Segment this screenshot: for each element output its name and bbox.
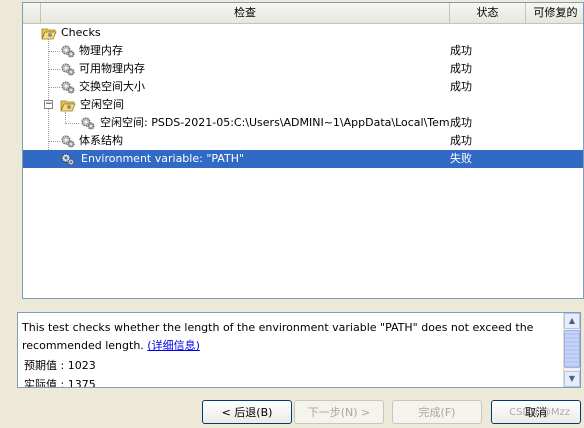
column-header-status[interactable]: 状态: [450, 3, 526, 24]
checks-table: 检查 状态 可修复的 Checks 物理内存 成功 可用物理内存 成功 交换空间…: [22, 2, 584, 299]
back-button[interactable]: < 后退(B): [202, 400, 292, 424]
folder-open-icon: [60, 98, 76, 112]
details-description: This test checks whether the length of t…: [22, 321, 534, 352]
header-spacer: [23, 3, 41, 24]
gears-icon: [60, 44, 75, 58]
details-text: This test checks whether the length of t…: [22, 319, 552, 355]
tree-row-label: 交换空间大小: [79, 80, 145, 93]
tree-row-label: 物理内存: [79, 44, 123, 57]
tree-row-selected[interactable]: Environment variable: "PATH" 失败: [23, 150, 583, 168]
details-panel: This test checks whether the length of t…: [17, 312, 581, 388]
tree-row-label: 空闲空间: PSDS-2021-05:C:\Users\ADMINI~1\App…: [100, 116, 450, 129]
folder-open-icon: [41, 26, 57, 40]
actual-value: 实际值 : 1375: [24, 378, 96, 388]
status-cell: 成功: [450, 44, 472, 57]
tree-row[interactable]: 体系结构 成功: [23, 132, 583, 150]
table-header: 检查 状态 可修复的: [23, 3, 583, 24]
tree-row[interactable]: 可用物理内存 成功: [23, 60, 583, 78]
gears-icon: [60, 62, 75, 76]
tree-row-label: 可用物理内存: [79, 62, 145, 75]
finish-button[interactable]: 完成(F): [392, 400, 482, 424]
gears-icon: [60, 80, 75, 94]
collapse-icon[interactable]: −: [44, 100, 53, 109]
tree-row[interactable]: 空闲空间: PSDS-2021-05:C:\Users\ADMINI~1\App…: [23, 114, 583, 132]
next-button[interactable]: 下一步(N) >: [294, 400, 384, 424]
scroll-up-icon[interactable]: ▲: [564, 313, 580, 329]
watermark: CSDN @Mzz: [509, 407, 570, 418]
tree-row[interactable]: − 空闲空间: [23, 96, 583, 114]
tree-row-label: Environment variable: "PATH": [81, 152, 245, 165]
status-cell: 成功: [450, 116, 472, 129]
gears-icon: [80, 116, 95, 130]
column-header-check[interactable]: 检查: [41, 3, 450, 24]
gears-icon: [60, 134, 75, 148]
tree-row[interactable]: 物理内存 成功: [23, 42, 583, 60]
scroll-thumb[interactable]: [564, 330, 580, 368]
more-info-link[interactable]: (详细信息): [147, 339, 200, 352]
tree-row[interactable]: 交换空间大小 成功: [23, 78, 583, 96]
status-cell: 失败: [450, 152, 472, 165]
tree-row-label: Checks: [61, 26, 101, 39]
tree-row-label: 体系结构: [79, 134, 123, 147]
tree-row[interactable]: Checks: [23, 24, 583, 42]
scroll-down-icon[interactable]: ▼: [564, 371, 580, 387]
column-header-fixable[interactable]: 可修复的: [526, 3, 583, 24]
status-cell: 成功: [450, 80, 472, 93]
tree-row-label: 空闲空间: [80, 98, 124, 111]
expected-value: 预期值 : 1023: [24, 359, 96, 372]
status-cell: 成功: [450, 134, 472, 147]
details-scrollbar[interactable]: ▲ ▼: [563, 313, 580, 387]
status-cell: 成功: [450, 62, 472, 75]
gears-icon: [60, 152, 75, 166]
